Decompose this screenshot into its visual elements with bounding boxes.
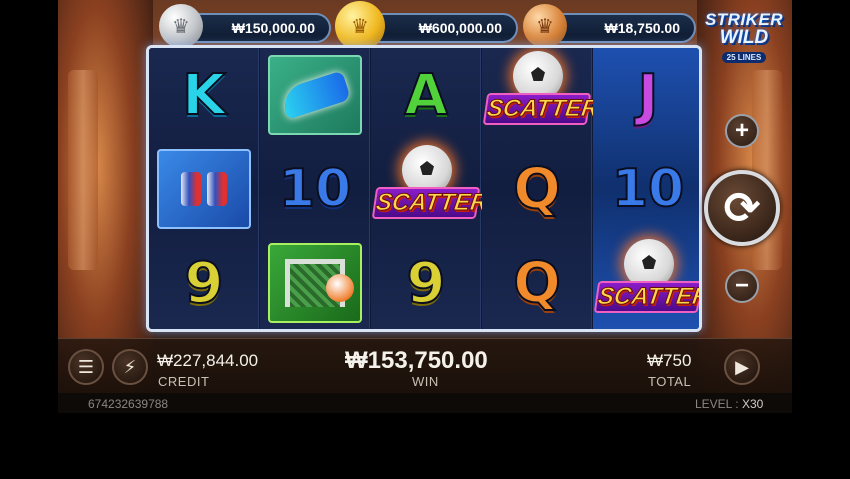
reel-4-cell-3: Q xyxy=(482,236,592,329)
reel-1: K9 xyxy=(149,48,259,329)
symbol-10: 10 xyxy=(278,158,352,220)
reel-5-cell-3: SCATTER xyxy=(593,236,699,329)
reel-1-cell-2 xyxy=(149,142,259,236)
spin-icon: ⟳ xyxy=(723,183,761,233)
bronze-medal-icon: ♛ xyxy=(523,4,567,48)
reel-3: A SCATTER 9 xyxy=(371,48,490,329)
can-icon xyxy=(207,172,227,206)
symbol-q: Q xyxy=(512,250,562,317)
jackpot-gold-amount: ₩600,000.00 xyxy=(418,20,502,36)
bet-increase-button[interactable]: + xyxy=(725,114,759,148)
logo-lines-badge: 25 LINES xyxy=(721,52,767,63)
spin-button[interactable]: ⟳ xyxy=(704,170,780,246)
reel-2-cell-2: 10 xyxy=(260,142,370,236)
football-boot-tile xyxy=(268,55,362,135)
locker-left xyxy=(68,70,98,270)
turbo-button[interactable]: ⚡ xyxy=(112,349,148,385)
scatter-symbol: SCATTER xyxy=(371,143,490,235)
energy-drink-cans-tile xyxy=(157,149,251,229)
game-logo: STRIKER WILD 25 LINES xyxy=(700,11,788,67)
symbol-q: Q xyxy=(512,156,562,223)
level-label: LEVEL : X30 xyxy=(695,397,764,411)
symbol-a: A xyxy=(403,62,448,129)
reel-4-cell-2: Q xyxy=(482,142,592,236)
symbol-9: 9 xyxy=(406,250,447,317)
scatter-symbol: SCATTER xyxy=(482,49,601,141)
symbol-j: J xyxy=(637,62,660,129)
symbol-k: K xyxy=(181,62,226,129)
plus-icon: + xyxy=(734,117,749,144)
reel-3-cell-3: 9 xyxy=(371,236,481,329)
reel-1-cell-3: 9 xyxy=(149,236,259,329)
win-value: ₩153,750.00 xyxy=(345,347,488,374)
total-bet-label: TOTAL xyxy=(648,374,692,389)
reel-2-cell-1 xyxy=(260,48,370,142)
lightning-icon: ⚡ xyxy=(123,356,137,377)
reel-3-cell-2: SCATTER xyxy=(371,142,490,236)
total-bet-value: ₩750 xyxy=(647,351,692,370)
menu-icon: ☰ xyxy=(77,356,95,377)
credit-value: ₩227,844.00 xyxy=(157,351,259,370)
reel-4-cell-1: SCATTER xyxy=(482,48,601,142)
minus-icon: − xyxy=(734,272,749,299)
win-label: WIN xyxy=(412,374,439,389)
jackpot-bronze-amount: ₩18,750.00 xyxy=(604,20,681,36)
boot-icon xyxy=(278,70,352,120)
reel-2-cell-3 xyxy=(260,236,370,329)
round-id: 674232639788 xyxy=(88,397,169,411)
level-value: X30 xyxy=(741,397,764,411)
autoplay-button[interactable]: ▶ xyxy=(724,349,760,385)
goal-net-tile xyxy=(268,243,362,323)
symbol-9: 9 xyxy=(184,250,225,317)
reel-2: 10 xyxy=(260,48,370,329)
gold-medal-icon: ♛ xyxy=(335,1,385,51)
reel-4: SCATTER Q Q xyxy=(482,48,601,329)
game-stage: ₩150,000.00 ♛ ₩600,000.00 ♛ ₩18,750.00 ♛… xyxy=(58,0,792,413)
reel-3-cell-1: A xyxy=(371,48,481,142)
scatter-text: SCATTER xyxy=(482,93,601,125)
symbol-10: 10 xyxy=(611,158,685,220)
scatter-text: SCATTER xyxy=(593,281,699,313)
level-label-text: LEVEL xyxy=(695,397,732,411)
footer-bar: 674232639788 LEVEL : X30 xyxy=(58,393,792,413)
bet-decrease-button[interactable]: − xyxy=(725,269,759,303)
scatter-text: SCATTER xyxy=(371,187,490,219)
logo-line-2: WILD xyxy=(719,27,769,48)
scatter-symbol: SCATTER xyxy=(593,237,699,329)
reel-5: J 10 SCATTER xyxy=(593,48,699,329)
bottom-panel: ☰ ⚡ ₩227,844.00 CREDIT ₩153,750.00 WIN ₩… xyxy=(58,338,792,393)
autoplay-icon: ▶ xyxy=(735,356,749,377)
reel-1-cell-1: K xyxy=(149,48,259,142)
menu-button[interactable]: ☰ xyxy=(68,349,104,385)
goal-icon xyxy=(285,259,354,307)
reel-grid: K 9 10 A SCATTER 9 SCATTER Q Q J 10 SCATTER xyxy=(146,45,702,332)
credit-label: CREDIT xyxy=(158,374,210,389)
reel-5-cell-1: J xyxy=(593,48,699,142)
silver-medal-icon: ♛ xyxy=(159,4,203,48)
reel-5-cell-2: 10 xyxy=(593,142,699,236)
can-icon xyxy=(181,172,201,206)
jackpot-silver-amount: ₩150,000.00 xyxy=(231,20,315,36)
